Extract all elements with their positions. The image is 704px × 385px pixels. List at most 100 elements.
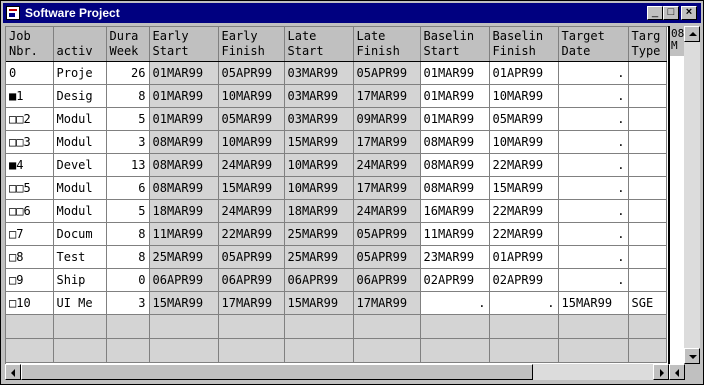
cell-td[interactable]: 15MAR99	[558, 291, 629, 315]
cell-bs[interactable]: 11MAR99	[420, 222, 490, 246]
cell-lf[interactable]: 09MAR99	[353, 107, 421, 131]
cell-job[interactable]: 0	[6, 61, 54, 85]
cell-ef[interactable]: 06APR99	[218, 268, 285, 292]
cell-lf[interactable]: 17MAR99	[353, 291, 421, 315]
empty-cell[interactable]	[106, 314, 150, 339]
cell-tt[interactable]	[628, 130, 667, 154]
cell-tt[interactable]	[628, 107, 667, 131]
cell-td[interactable]: .	[558, 130, 629, 154]
cell-activ[interactable]: Modul	[53, 107, 107, 131]
cell-activ[interactable]: Modul	[53, 130, 107, 154]
empty-cell[interactable]	[106, 338, 150, 363]
scroll-down-button[interactable]	[684, 348, 700, 364]
table-row[interactable]: □□5 Modul 6 08MAR99 15MAR99 10MAR99 17MAR99 08M…	[6, 176, 667, 200]
cell-tt[interactable]	[628, 84, 667, 108]
cell-es[interactable]: 08MAR99	[149, 153, 219, 177]
horizontal-scroll-track[interactable]	[533, 364, 653, 380]
empty-cell[interactable]	[149, 314, 219, 339]
cell-ef[interactable]: 10MAR99	[218, 84, 285, 108]
cell-td[interactable]: .	[558, 84, 629, 108]
cell-job[interactable]: □9	[6, 268, 54, 292]
empty-row[interactable]	[6, 338, 667, 363]
cell-tt[interactable]	[628, 153, 667, 177]
empty-cell[interactable]	[53, 314, 107, 339]
table-row[interactable]: □7 Docum 8 11MAR99 22MAR99 25MAR99 05APR99 11MA…	[6, 222, 667, 246]
cell-dur[interactable]: 8	[106, 84, 150, 108]
cell-dur[interactable]: 8	[106, 245, 150, 269]
cell-bf[interactable]: 22MAR99	[489, 199, 559, 223]
cell-ef[interactable]: 10MAR99	[218, 130, 285, 154]
cell-tt[interactable]	[628, 222, 667, 246]
column-header-td[interactable]: Target Date	[558, 27, 629, 62]
cell-ls[interactable]: 10MAR99	[284, 153, 354, 177]
cell-dur[interactable]: 0	[106, 268, 150, 292]
cell-job[interactable]: □8	[6, 245, 54, 269]
empty-cell[interactable]	[353, 314, 421, 339]
empty-cell[interactable]	[489, 338, 559, 363]
cell-bs[interactable]: 02APR99	[420, 268, 490, 292]
scroll-right-button-2[interactable]	[669, 364, 685, 380]
table-row[interactable]: □8 Test 8 25MAR99 05APR99 25MAR99 05APR99 23MAR…	[6, 245, 667, 269]
cell-lf[interactable]: 24MAR99	[353, 153, 421, 177]
cell-activ[interactable]: Modul	[53, 176, 107, 200]
empty-cell[interactable]	[420, 314, 490, 339]
empty-cell[interactable]	[558, 338, 629, 363]
minimize-button[interactable]: _	[647, 6, 663, 20]
cell-ef[interactable]: 05MAR99	[218, 107, 285, 131]
empty-cell[interactable]	[6, 338, 54, 363]
cell-bf[interactable]: 02APR99	[489, 268, 559, 292]
cell-bf[interactable]: 05MAR99	[489, 107, 559, 131]
column-header-job[interactable]: Job Nbr.	[6, 27, 54, 62]
cell-ls[interactable]: 06APR99	[284, 268, 354, 292]
cell-td[interactable]: .	[558, 245, 629, 269]
cell-ls[interactable]: 18MAR99	[284, 199, 354, 223]
cell-bs[interactable]: 01MAR99	[420, 61, 490, 85]
cell-activ[interactable]: Ship	[53, 268, 107, 292]
cell-bf[interactable]: 10MAR99	[489, 84, 559, 108]
cell-bs[interactable]: 01MAR99	[420, 84, 490, 108]
cell-es[interactable]: 06APR99	[149, 268, 219, 292]
cell-es[interactable]: 01MAR99	[149, 61, 219, 85]
cell-bs[interactable]: 08MAR99	[420, 176, 490, 200]
cell-ef[interactable]: 22MAR99	[218, 222, 285, 246]
empty-cell[interactable]	[558, 314, 629, 339]
cell-bs[interactable]: 08MAR99	[420, 153, 490, 177]
cell-lf[interactable]: 05APR99	[353, 61, 421, 85]
cell-dur[interactable]: 26	[106, 61, 150, 85]
empty-cell[interactable]	[53, 338, 107, 363]
scroll-right-button[interactable]	[653, 364, 669, 380]
empty-cell[interactable]	[218, 338, 285, 363]
cell-td[interactable]: .	[558, 176, 629, 200]
cell-es[interactable]: 01MAR99	[149, 107, 219, 131]
horizontal-scrollbar[interactable]	[5, 364, 685, 380]
table-row[interactable]: ■1 Desig 8 01MAR99 10MAR99 03MAR99 17MAR99 01MA…	[6, 84, 667, 108]
cell-es[interactable]: 01MAR99	[149, 84, 219, 108]
cell-dur[interactable]: 5	[106, 199, 150, 223]
cell-td[interactable]: .	[558, 222, 629, 246]
cell-td[interactable]: .	[558, 268, 629, 292]
cell-ls[interactable]: 03MAR99	[284, 61, 354, 85]
column-header-activ[interactable]: activ	[53, 27, 107, 62]
cell-ls[interactable]: 03MAR99	[284, 84, 354, 108]
maximize-button[interactable]: □	[663, 6, 679, 20]
cell-lf[interactable]: 05APR99	[353, 222, 421, 246]
cell-tt[interactable]	[628, 176, 667, 200]
empty-cell[interactable]	[284, 338, 354, 363]
cell-es[interactable]: 25MAR99	[149, 245, 219, 269]
vertical-scrollbar[interactable]	[684, 26, 700, 364]
cell-ef[interactable]: 24MAR99	[218, 199, 285, 223]
cell-job[interactable]: □10	[6, 291, 54, 315]
cell-dur[interactable]: 3	[106, 130, 150, 154]
cell-activ[interactable]: Modul	[53, 199, 107, 223]
empty-cell[interactable]	[353, 338, 421, 363]
column-header-lf[interactable]: Late Finish	[353, 27, 421, 62]
cell-bf[interactable]: 15MAR99	[489, 176, 559, 200]
scroll-up-button[interactable]	[684, 26, 700, 42]
cell-ls[interactable]: 25MAR99	[284, 245, 354, 269]
table-row[interactable]: □10 UI Me 3 15MAR99 17MAR99 15MAR99 17MAR99.. 1…	[6, 291, 667, 315]
cell-activ[interactable]: Desig	[53, 84, 107, 108]
cell-job[interactable]: □□6	[6, 199, 54, 223]
table-row[interactable]: □9 Ship 0 06APR99 06APR99 06APR99 06APR99 02APR…	[6, 268, 667, 292]
empty-cell[interactable]	[489, 314, 559, 339]
cell-es[interactable]: 18MAR99	[149, 199, 219, 223]
